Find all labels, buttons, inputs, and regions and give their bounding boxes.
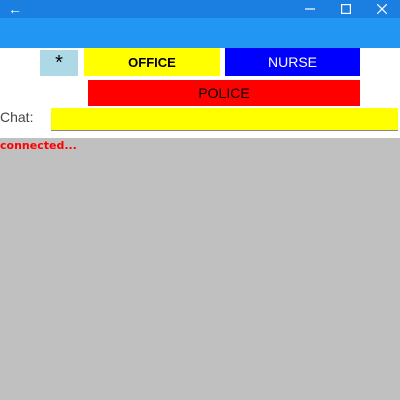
maximize-button[interactable]	[328, 0, 364, 18]
title-bar: ←	[0, 0, 400, 18]
maximize-icon	[341, 4, 351, 14]
close-icon	[377, 4, 387, 14]
minimize-icon	[305, 8, 315, 10]
back-arrow-icon[interactable]: ←	[8, 1, 22, 17]
app-bar	[0, 18, 400, 48]
window-controls	[292, 0, 400, 18]
chat-label: Chat:	[0, 109, 34, 125]
control-panel: * OFFICE NURSE POLICE Chat:	[0, 48, 400, 138]
close-button[interactable]	[364, 0, 400, 18]
nurse-button[interactable]: NURSE	[225, 48, 360, 76]
connection-status: connected...	[0, 139, 77, 152]
police-button[interactable]: POLICE	[88, 80, 360, 106]
minimize-button[interactable]	[292, 0, 328, 18]
chat-input[interactable]	[51, 108, 398, 131]
star-button[interactable]: *	[40, 50, 78, 76]
office-button[interactable]: OFFICE	[84, 48, 220, 76]
